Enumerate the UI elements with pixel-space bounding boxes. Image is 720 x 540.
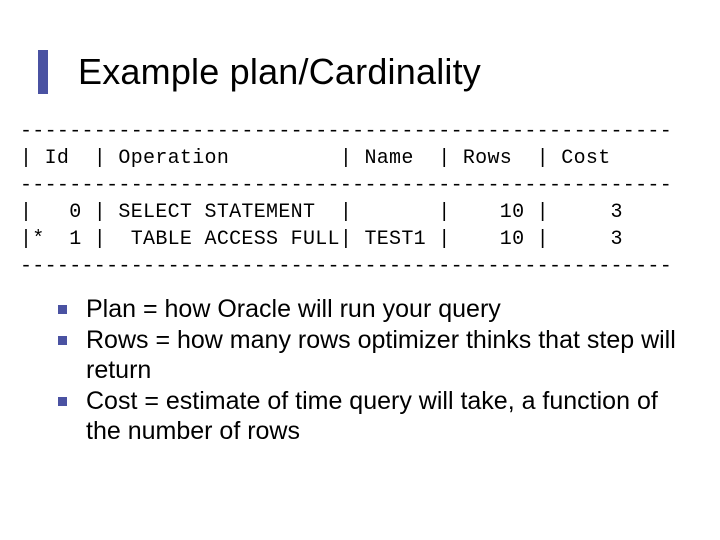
bullet-text: Rows = how many rows optimizer thinks th…: [86, 326, 676, 385]
plan-row-0: | 0 | SELECT STATEMENT | | 10 | 3: [20, 201, 623, 224]
title-row: Example plan/Cardinality: [0, 0, 720, 118]
bullet-text: Cost = estimate of time query will take,…: [86, 387, 658, 446]
bullet-item: Cost = estimate of time query will take,…: [58, 386, 690, 447]
plan-header: | Id | Operation | Name | Rows | Cost: [20, 147, 611, 170]
execution-plan-block: ----------------------------------------…: [0, 118, 720, 280]
plan-sep-mid: ----------------------------------------…: [20, 174, 672, 197]
bullet-item: Plan = how Oracle will run your query: [58, 294, 690, 325]
plan-row-1: |* 1 | TABLE ACCESS FULL| TEST1 | 10 | 3: [20, 228, 623, 251]
bullet-list: Plan = how Oracle will run your query Ro…: [0, 280, 720, 447]
accent-bar-icon: [38, 50, 48, 94]
plan-sep-top: ----------------------------------------…: [20, 120, 672, 143]
slide-title: Example plan/Cardinality: [78, 51, 481, 93]
slide: Example plan/Cardinality ---------------…: [0, 0, 720, 540]
bullet-text: Plan = how Oracle will run your query: [86, 295, 501, 323]
bullet-item: Rows = how many rows optimizer thinks th…: [58, 325, 690, 386]
plan-sep-bot: ----------------------------------------…: [20, 255, 672, 278]
